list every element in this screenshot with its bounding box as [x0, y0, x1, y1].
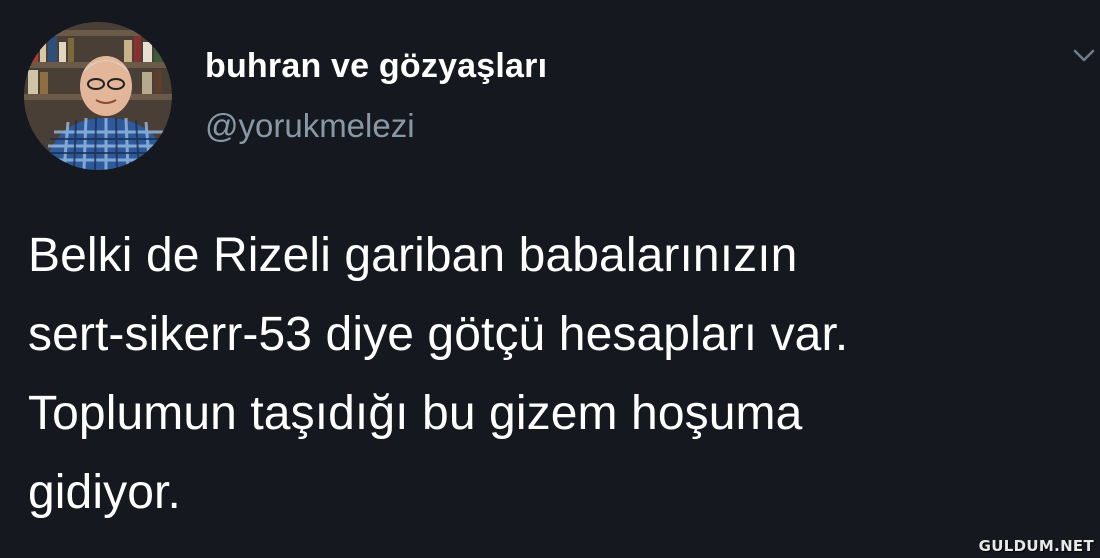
user-handle[interactable]: @yorukmelezi	[205, 107, 415, 145]
tweet-text-line: gidiyor.	[28, 466, 181, 519]
tweet-text: Belki de Rizeli gariban babalarınızın se…	[28, 216, 1088, 532]
display-name[interactable]: buhran ve gözyaşları	[205, 47, 547, 86]
tweet-text-line: Belki de Rizeli gariban babalarınızın	[28, 229, 798, 282]
tweet-text-line: Toplumun taşıdığı bu gizem hoşuma	[28, 387, 803, 440]
watermark: GULDUM.NET	[978, 537, 1094, 555]
tweet-text-line: sert-sikerr-53 diye götçü hesapları var.	[28, 308, 849, 361]
avatar-image	[24, 22, 172, 170]
avatar[interactable]	[24, 22, 172, 170]
chevron-down-icon[interactable]	[1072, 46, 1096, 66]
